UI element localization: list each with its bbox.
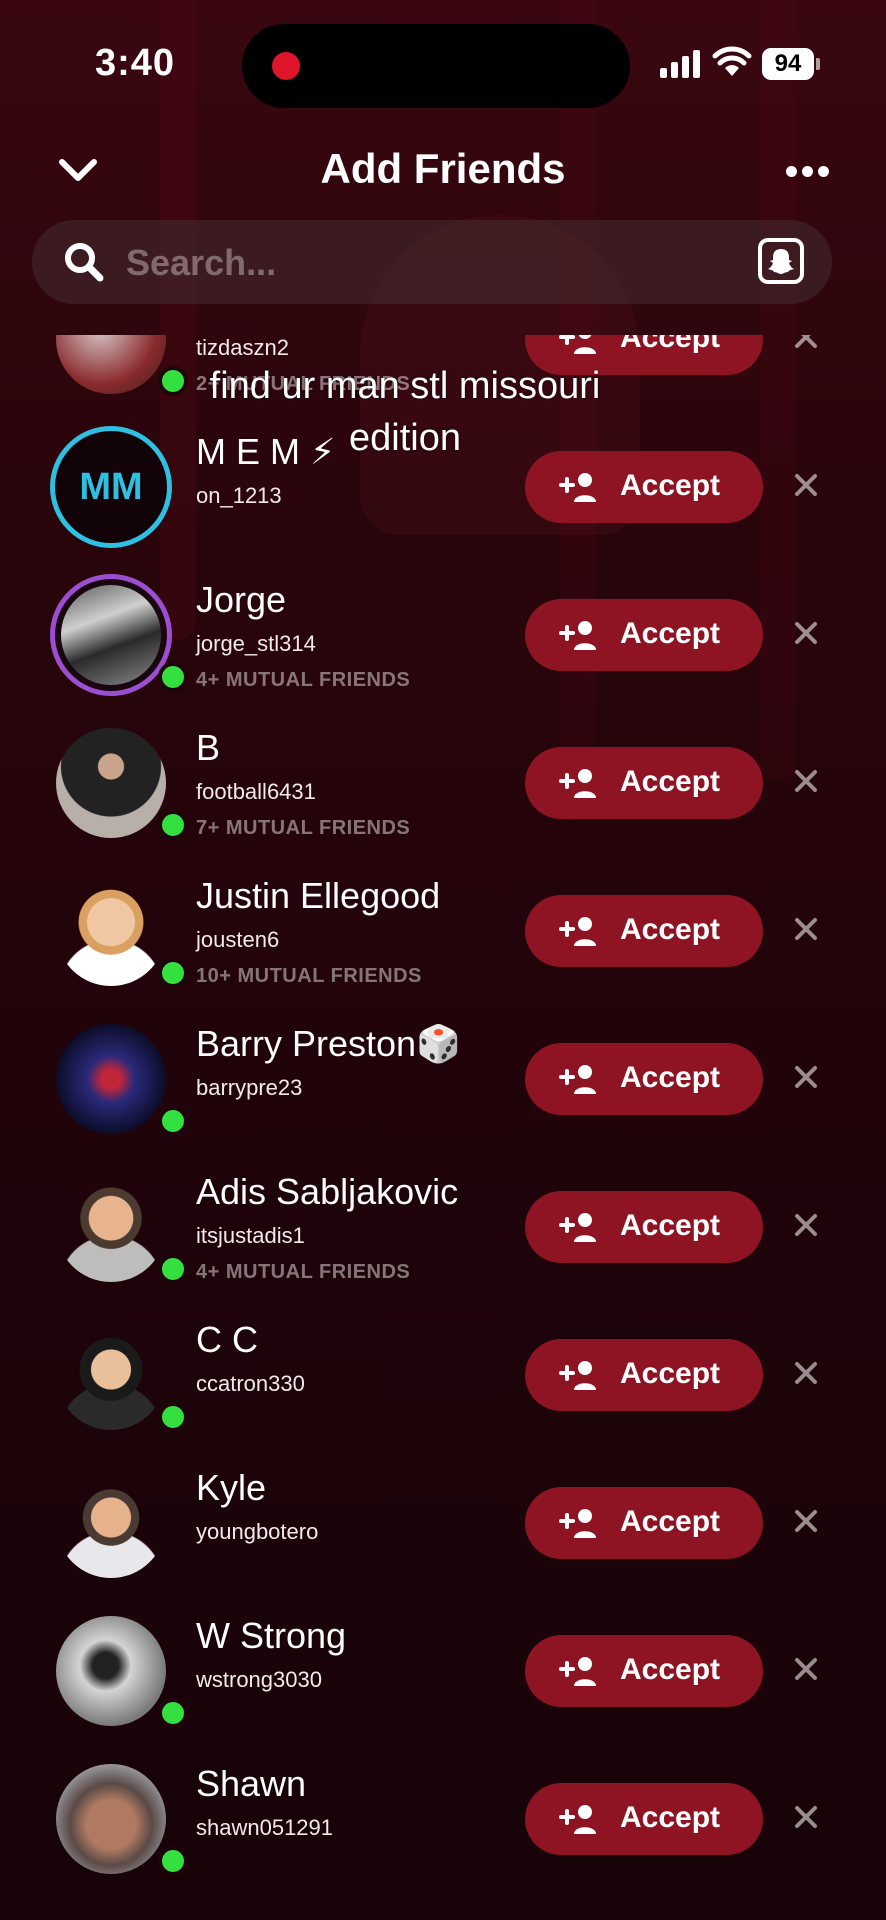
friend-request-row[interactable]: Shawn shawn051291 Accept bbox=[0, 1745, 886, 1893]
mutual-friends-count: 4+ MUTUAL FRIENDS bbox=[196, 669, 411, 691]
friend-name: B bbox=[196, 727, 221, 768]
friend-username: jorge_stl314 bbox=[196, 631, 316, 656]
dismiss-x-icon[interactable] bbox=[790, 617, 822, 649]
add-friend-icon bbox=[559, 917, 596, 946]
friend-username: wstrong3030 bbox=[196, 1667, 322, 1692]
friend-name: Shawn bbox=[196, 1763, 307, 1804]
friend-username: itsjustadis1 bbox=[196, 1223, 305, 1248]
battery-icon: 94 bbox=[762, 48, 814, 80]
accept-button[interactable]: Accept bbox=[525, 599, 763, 671]
friend-request-row[interactable]: W Strong wstrong3030 Accept bbox=[0, 1597, 886, 1745]
battery-tip bbox=[816, 58, 820, 70]
friend-request-row[interactable]: Adis Sabljakovic itsjustadis1 4+ MUTUAL … bbox=[0, 1153, 886, 1301]
dismiss-x-icon[interactable] bbox=[790, 1357, 822, 1389]
friend-request-row[interactable]: Kyle youngbotero Accept bbox=[0, 1449, 886, 1597]
add-friend-icon bbox=[559, 1065, 596, 1094]
bitmoji-avatar[interactable] bbox=[56, 1320, 166, 1430]
online-indicator bbox=[158, 1402, 188, 1432]
friend-request-row[interactable]: Jorge jorge_stl314 4+ MUTUAL FRIENDS Acc… bbox=[0, 561, 886, 709]
online-indicator bbox=[158, 1846, 188, 1876]
bitmoji-avatar[interactable] bbox=[56, 876, 166, 986]
friend-name: Justin Ellegood bbox=[196, 875, 441, 916]
mutual-friends-count: 4+ MUTUAL FRIENDS bbox=[196, 1261, 411, 1283]
friend-request-row[interactable]: B football6431 7+ MUTUAL FRIENDS Accept bbox=[0, 709, 886, 857]
accept-button[interactable]: Accept bbox=[525, 1191, 763, 1263]
avatar[interactable] bbox=[56, 1616, 166, 1726]
online-indicator bbox=[158, 1254, 188, 1284]
dismiss-x-icon[interactable] bbox=[790, 1505, 822, 1537]
search-input[interactable] bbox=[124, 238, 728, 288]
online-indicator bbox=[158, 810, 188, 840]
dismiss-x-icon[interactable] bbox=[790, 335, 822, 353]
online-indicator bbox=[158, 1698, 188, 1728]
mutual-friends-count: 10+ MUTUAL FRIENDS bbox=[196, 965, 422, 987]
friend-name: C C bbox=[196, 1319, 258, 1360]
friend-name: Adis Sabljakovic bbox=[196, 1171, 459, 1212]
add-friend-icon bbox=[559, 473, 596, 502]
friend-name: W Strong bbox=[196, 1615, 347, 1656]
friend-name: Jorge bbox=[196, 579, 287, 620]
accept-button[interactable]: Accept bbox=[525, 1783, 763, 1855]
search-bar[interactable] bbox=[32, 220, 832, 304]
friend-username: barrypre23 bbox=[196, 1075, 303, 1100]
bitmoji-avatar[interactable] bbox=[56, 1172, 166, 1282]
friend-username: youngbotero bbox=[196, 1519, 319, 1544]
add-friend-icon bbox=[559, 1805, 596, 1834]
add-friend-icon bbox=[559, 1509, 596, 1538]
add-friend-icon bbox=[559, 1213, 596, 1242]
friend-username: jousten6 bbox=[196, 927, 280, 952]
recording-indicator-icon bbox=[272, 52, 300, 80]
accept-button[interactable]: Accept bbox=[525, 1487, 763, 1559]
friend-username: football6431 bbox=[196, 779, 316, 804]
more-options-icon[interactable] bbox=[786, 162, 830, 182]
avatar[interactable] bbox=[56, 1024, 166, 1134]
friend-username: ccatron330 bbox=[196, 1371, 305, 1396]
add-friend-icon bbox=[559, 769, 596, 798]
status-bar: 3:40 94 bbox=[0, 0, 886, 130]
add-friend-icon bbox=[559, 335, 596, 354]
dismiss-x-icon[interactable] bbox=[790, 1801, 822, 1833]
friend-username: tizdaszn2 bbox=[196, 335, 289, 360]
avatar[interactable] bbox=[56, 728, 166, 838]
online-indicator bbox=[158, 958, 188, 988]
accept-button[interactable]: Accept bbox=[525, 895, 763, 967]
dismiss-x-icon[interactable] bbox=[790, 469, 822, 501]
friend-request-row[interactable]: Justin Ellegood jousten6 10+ MUTUAL FRIE… bbox=[0, 857, 886, 1005]
dismiss-x-icon[interactable] bbox=[790, 1061, 822, 1093]
accept-button[interactable]: Accept bbox=[525, 1635, 763, 1707]
avatar[interactable] bbox=[56, 1764, 166, 1874]
page-title: Add Friends bbox=[320, 145, 566, 192]
dismiss-x-icon[interactable] bbox=[790, 1653, 822, 1685]
dismiss-x-icon[interactable] bbox=[790, 765, 822, 797]
friend-username: shawn051291 bbox=[196, 1815, 334, 1840]
cellular-signal-icon bbox=[660, 50, 702, 78]
accept-button[interactable]: Accept bbox=[525, 747, 763, 819]
online-indicator bbox=[158, 662, 188, 692]
status-time: 3:40 bbox=[95, 42, 176, 84]
search-icon bbox=[65, 243, 104, 282]
online-indicator bbox=[158, 1106, 188, 1136]
friend-requests-list[interactable]: tizdaszn2 2+ MUTUAL FRIENDS Accept MM M … bbox=[0, 335, 886, 1920]
snapcode-scan-icon[interactable] bbox=[758, 238, 804, 284]
accept-button[interactable]: Accept bbox=[525, 1043, 763, 1115]
add-friend-icon bbox=[559, 621, 596, 650]
add-friend-icon bbox=[559, 1361, 596, 1390]
accept-button[interactable]: Accept bbox=[525, 1339, 763, 1411]
friend-username: on_1213 bbox=[196, 483, 282, 508]
overlay-caption: find ur man stl missouri edition bbox=[209, 365, 601, 459]
friend-request-row[interactable]: C C ccatron330 Accept bbox=[0, 1301, 886, 1449]
dismiss-x-icon[interactable] bbox=[790, 913, 822, 945]
friend-name: Kyle bbox=[196, 1467, 267, 1508]
add-friend-icon bbox=[559, 1657, 596, 1686]
friend-request-row[interactable]: Barry Preston🎲 barrypre23 Accept bbox=[0, 1005, 886, 1153]
friend-name: Barry Preston🎲 bbox=[196, 1023, 461, 1064]
dynamic-island bbox=[242, 24, 630, 108]
bitmoji-avatar[interactable] bbox=[56, 1468, 166, 1578]
avatar[interactable] bbox=[50, 574, 172, 696]
dismiss-x-icon[interactable] bbox=[790, 1209, 822, 1241]
wifi-icon bbox=[712, 46, 752, 76]
mutual-friends-count: 7+ MUTUAL FRIENDS bbox=[196, 817, 411, 839]
